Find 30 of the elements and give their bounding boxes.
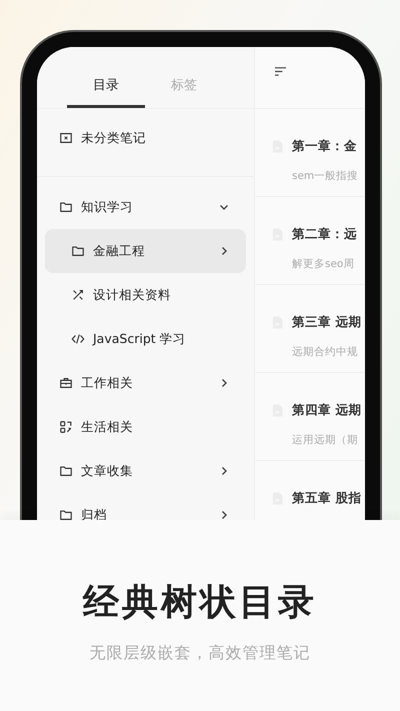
tree-item[interactable]: 设计相关资料 xyxy=(45,273,246,317)
tree-item[interactable]: 工作相关 xyxy=(45,361,246,405)
folder-icon xyxy=(59,200,73,214)
folder-icon xyxy=(59,464,73,478)
tab[interactable]: 目录 xyxy=(67,47,145,108)
tree-item[interactable]: JavaScript 学习 xyxy=(45,317,246,361)
tree-item[interactable]: 知识学习 xyxy=(45,185,246,229)
tree-item[interactable]: 文章收集 xyxy=(45,449,246,493)
note-title[interactable]: 第五章 股指 xyxy=(292,490,362,507)
tree-item[interactable]: 生活相关 xyxy=(45,405,246,449)
code-icon xyxy=(71,332,85,346)
note-summary: sem一般指搜 xyxy=(292,169,360,183)
note-summary: 远期合约中规 xyxy=(292,345,359,359)
tree-item[interactable]: 金融工程 xyxy=(45,229,246,273)
note-title[interactable]: 第一章：金 xyxy=(292,138,357,155)
caption-title: 经典树状目录 xyxy=(83,581,317,625)
tree-item[interactable]: 未分类笔记 xyxy=(45,109,246,167)
folder-icon xyxy=(71,244,85,258)
tree-item[interactable]: 归档 xyxy=(45,493,246,520)
caption-subtitle: 无限层级嵌套，高效管理笔记 xyxy=(90,643,310,664)
note-summary: 运用远期（期 xyxy=(292,433,359,447)
briefcase-icon xyxy=(59,376,73,390)
note-title[interactable]: 第三章 远期 xyxy=(292,314,362,331)
folder-icon xyxy=(59,508,73,520)
sort-icon[interactable] xyxy=(274,66,287,77)
note-title[interactable]: 第四章 远期 xyxy=(292,402,362,419)
note-summary: 解更多seo周 xyxy=(292,257,356,271)
x-box-icon xyxy=(59,131,73,145)
apps-icon xyxy=(59,420,73,434)
note-title[interactable]: 第二章：远 xyxy=(292,226,357,243)
